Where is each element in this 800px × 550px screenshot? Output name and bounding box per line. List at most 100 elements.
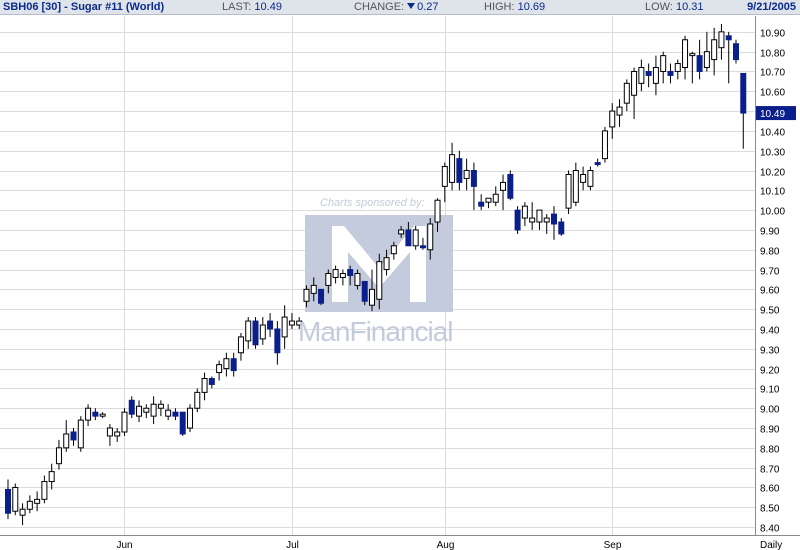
y-tick-label: 9.90 xyxy=(760,227,780,238)
x-tick-label: Sep xyxy=(604,540,622,550)
candle-up xyxy=(543,217,550,223)
candle-down xyxy=(696,55,703,72)
candle-up xyxy=(55,447,62,465)
candle-down xyxy=(558,221,565,235)
candle-up xyxy=(652,67,659,84)
y-tick-label: 9.50 xyxy=(760,306,780,317)
candle-up xyxy=(48,471,55,483)
candle-up xyxy=(660,55,667,72)
interval-label: Daily xyxy=(760,540,782,550)
candlestick-chart: 8.40 8.50 8.60 8.70 8.80 8.90 9.00 9.10 9.20 9.30… xyxy=(0,16,800,550)
candle-down xyxy=(733,43,739,61)
candle-up xyxy=(201,378,208,393)
candle-up xyxy=(441,166,448,187)
candle-up xyxy=(237,336,244,354)
candle-up xyxy=(390,245,397,255)
candle-up xyxy=(150,403,157,417)
candle-up xyxy=(19,508,26,516)
candle-up xyxy=(536,209,543,223)
candle-up xyxy=(310,284,317,294)
y-tick-label: 9.20 xyxy=(760,366,780,377)
candle-up xyxy=(354,273,361,286)
candle-down xyxy=(208,378,215,385)
candle-down xyxy=(252,320,259,346)
candle-up xyxy=(565,173,572,209)
candle-down xyxy=(551,213,557,225)
candle-down xyxy=(470,170,477,187)
candle-up xyxy=(631,70,638,96)
candle-up xyxy=(165,409,172,417)
y-tick-label: 10.30 xyxy=(760,148,785,159)
y-tick-label: 10.80 xyxy=(760,49,785,60)
candle-down xyxy=(419,245,426,249)
candle-down xyxy=(70,431,77,441)
last-price-label: 10.49 xyxy=(760,109,785,120)
candle-up xyxy=(216,364,223,374)
candle-up xyxy=(77,419,84,449)
y-tick-label: 9.60 xyxy=(760,286,780,297)
candle-up xyxy=(63,433,70,449)
y-tick-label: 9.10 xyxy=(760,385,780,396)
candle-up xyxy=(223,358,230,370)
candle-up xyxy=(325,273,332,286)
candle-up xyxy=(136,405,143,417)
candle-up xyxy=(332,269,339,278)
candle-up xyxy=(398,229,405,235)
candle-up xyxy=(434,199,441,223)
y-tick-label: 10.00 xyxy=(760,207,785,218)
candle-up xyxy=(521,205,528,219)
candle-up xyxy=(609,110,616,128)
candle-up xyxy=(492,193,499,203)
candle-down xyxy=(274,328,281,354)
candle-up xyxy=(106,427,113,437)
y-tick-label: 8.40 xyxy=(760,524,780,535)
candle-up xyxy=(369,288,375,306)
candle-up xyxy=(194,391,201,409)
candle-up xyxy=(245,320,252,342)
candle-down xyxy=(230,358,237,372)
candle-down xyxy=(667,70,674,76)
y-tick-label: 9.70 xyxy=(760,267,780,278)
y-tick-label: 10.70 xyxy=(760,68,785,79)
y-tick-label: 8.70 xyxy=(760,465,780,476)
candle-down xyxy=(645,70,652,76)
y-tick-label: 8.90 xyxy=(760,425,780,436)
candle-up xyxy=(34,498,41,504)
y-tick-label: 9.40 xyxy=(760,326,780,337)
candle-down xyxy=(478,201,485,207)
candle-down xyxy=(740,72,747,114)
y-tick-label: 8.50 xyxy=(760,504,780,515)
candle-up xyxy=(427,223,434,251)
candle-up xyxy=(711,39,718,61)
candle-up xyxy=(412,229,419,247)
candle-up xyxy=(580,173,587,183)
candle-down xyxy=(179,411,186,435)
y-tick-label: 10.40 xyxy=(760,128,785,139)
candle-up xyxy=(288,320,295,326)
candle-down xyxy=(594,162,601,166)
candle-down xyxy=(267,320,274,330)
y-tick-label: 9.00 xyxy=(760,405,780,416)
candle-down xyxy=(725,35,732,41)
candle-up xyxy=(572,170,579,203)
candle-up xyxy=(674,63,681,72)
candle-up xyxy=(587,170,594,187)
x-tick-label: Aug xyxy=(437,540,455,550)
candle-down xyxy=(514,209,521,231)
candle-down xyxy=(92,411,99,417)
y-tick-label: 9.30 xyxy=(760,346,780,357)
candle-up xyxy=(99,413,106,417)
candle-up xyxy=(376,261,383,300)
candle-up xyxy=(114,431,121,437)
candle-up xyxy=(529,217,536,223)
candle-up xyxy=(303,288,310,302)
candle-down xyxy=(5,488,11,514)
candle-up xyxy=(638,67,645,84)
candle-down xyxy=(361,280,368,302)
y-tick-label: 10.10 xyxy=(760,187,785,198)
candle-up xyxy=(703,51,710,69)
y-tick-label: 10.90 xyxy=(760,29,785,40)
candle-up xyxy=(682,39,689,69)
x-tick-label: Jun xyxy=(116,540,132,550)
candle-up xyxy=(500,181,507,191)
